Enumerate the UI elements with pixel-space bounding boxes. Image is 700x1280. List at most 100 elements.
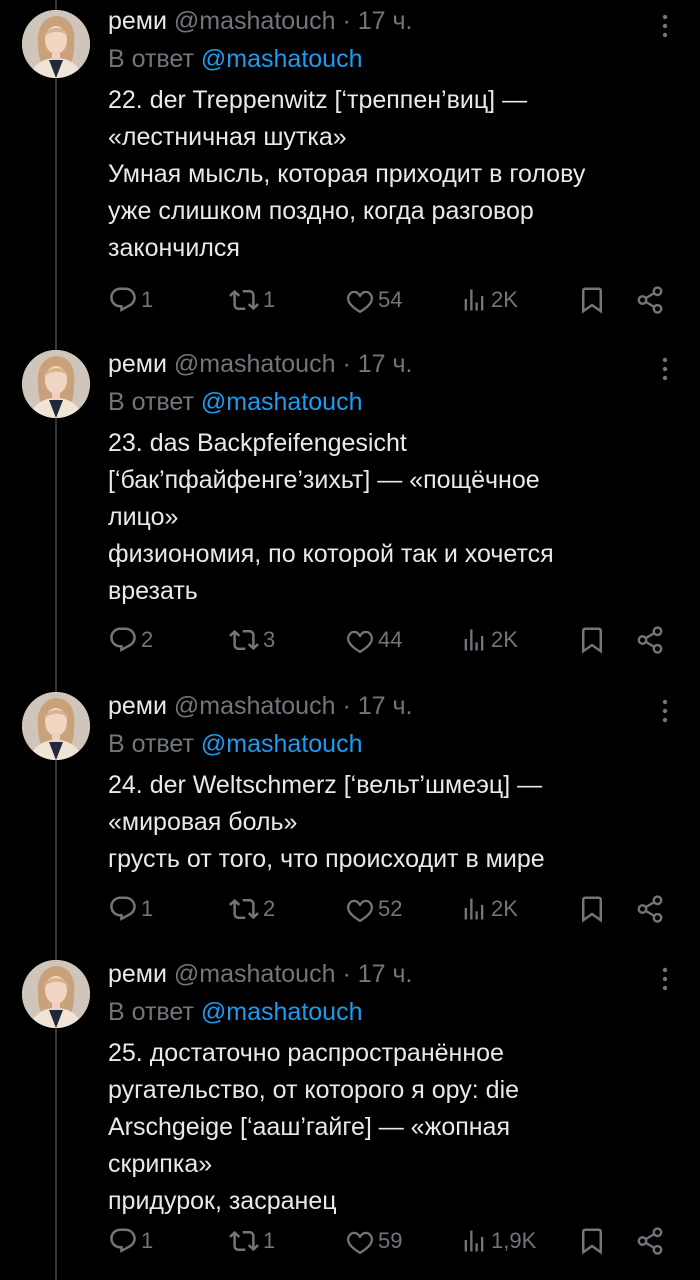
tweet-timestamp[interactable]: 17 ч. [358,692,413,720]
like-count: 54 [378,287,403,312]
reply-count: 1 [141,1228,154,1253]
repost-count: 3 [263,627,276,652]
reply-icon [110,287,136,312]
share-icon [637,1227,663,1255]
views-button[interactable]: 2K [460,889,518,929]
tweet-text-line: 23. das Backpfeifengesicht [108,429,407,457]
tweet-text-line: 24. der Weltschmerz [‘вельт’шмеэц] — [108,771,543,799]
share-icon [637,895,663,923]
share-button[interactable] [635,1221,665,1261]
heart-icon [347,899,373,922]
heart-icon [347,1231,373,1254]
avatar[interactable] [22,10,90,78]
share-button[interactable] [635,280,665,320]
tweet-text-line: уже слишком поздно, когда разговор [108,197,534,225]
like-count: 59 [378,1228,403,1253]
tweet-actions: 1 1 59 1,9K [0,1221,700,1261]
bookmark-icon [582,1228,602,1255]
view-count: 1,9K [491,1228,537,1253]
tweet-text-line: врезать [108,577,198,605]
reply-icon [110,896,136,921]
repost-count: 1 [263,1228,276,1253]
tweet-text: 22. der Treppenwitz [‘треппен’виц] — «лес… [108,82,668,267]
author-display-name[interactable]: реми [108,692,167,720]
repost-button[interactable]: 3 [228,620,275,660]
share-button[interactable] [635,620,665,660]
share-button[interactable] [635,889,665,929]
author-handle[interactable]: @mashatouch [174,960,336,988]
reply-context: В ответ @mashatouch [108,42,362,76]
meta-separator: · [342,7,351,35]
tweet-text-line: грусть от того, что происходит в мире [108,845,545,873]
avatar[interactable] [22,692,90,760]
tweet-actions: 1 2 52 2K [0,889,700,929]
bookmark-button[interactable] [577,889,607,929]
reply-mention-link[interactable]: @mashatouch [201,388,363,416]
reply-mention-link[interactable]: @mashatouch [201,45,363,73]
repost-icon [229,1230,259,1252]
author-handle[interactable]: @mashatouch [174,692,336,720]
tweet-timestamp[interactable]: 17 ч. [358,350,413,378]
like-button[interactable]: 44 [345,620,402,660]
reply-button[interactable]: 1 [108,889,153,929]
views-icon [464,1230,484,1252]
reply-button[interactable]: 1 [108,280,153,320]
tweet-timestamp[interactable]: 17 ч. [358,7,413,35]
author-display-name[interactable]: реми [108,350,167,378]
repost-count: 2 [263,896,276,921]
tweet-text-line: «лестничная шутка» [108,123,347,151]
like-button[interactable]: 59 [345,1221,402,1261]
author-handle[interactable]: @mashatouch [174,7,336,35]
like-button[interactable]: 52 [345,889,402,929]
author-handle[interactable]: @mashatouch [174,350,336,378]
repost-icon [229,629,259,651]
more-options-button[interactable] [655,355,675,383]
repost-button[interactable]: 1 [228,280,275,320]
like-button[interactable]: 54 [345,280,402,320]
more-options-button[interactable] [655,12,675,40]
views-button[interactable]: 2K [460,620,518,660]
reply-context: В ответ @mashatouch [108,727,362,761]
share-icon [637,286,663,314]
views-button[interactable]: 2K [460,280,518,320]
like-count: 52 [378,896,403,921]
tweet-text-line: лицо» [108,503,179,531]
meta-separator: · [342,960,351,988]
reply-button[interactable]: 2 [108,620,153,660]
tweet-text-line: скрипка» [108,1150,213,1178]
tweet-text-line: Arschgeige [‘ааш’гайге] — «жопная [108,1113,511,1141]
repost-button[interactable]: 2 [228,889,275,929]
tweet-timestamp[interactable]: 17 ч. [358,960,413,988]
reply-prefix: В ответ [108,730,194,758]
reply-prefix: В ответ [108,388,194,416]
tweet-text-line: 25. достаточно распространённое [108,1039,504,1067]
meta-separator: · [342,350,351,378]
avatar[interactable] [22,960,90,1028]
tweet-text: 25. достаточно распространённое ругательс… [108,1035,668,1220]
more-options-button[interactable] [655,697,675,725]
reply-mention-link[interactable]: @mashatouch [201,730,363,758]
bookmark-button[interactable] [577,280,607,320]
reply-count: 1 [141,287,154,312]
views-button[interactable]: 1,9K [460,1221,536,1261]
heart-icon [347,290,373,313]
views-icon [464,629,484,651]
tweet-text: 23. das Backpfeifengesicht [‘бак’пфайфенг… [108,425,668,610]
tweet-text-line: [‘бак’пфайфенге’зихьт] — «пощёчное [108,466,540,494]
more-options-button[interactable] [655,965,675,993]
tweet-text-line: придурок, засранец [108,1187,337,1215]
repost-button[interactable]: 1 [228,1221,275,1261]
view-count: 2K [491,287,518,312]
reply-mention-link[interactable]: @mashatouch [201,998,363,1026]
author-display-name[interactable]: реми [108,7,167,35]
avatar[interactable] [22,350,90,418]
reply-button[interactable]: 1 [108,1221,153,1261]
reply-context: В ответ @mashatouch [108,995,362,1029]
repost-icon [229,898,259,920]
views-icon [464,898,484,920]
author-display-name[interactable]: реми [108,960,167,988]
reply-prefix: В ответ [108,45,194,73]
bookmark-button[interactable] [577,1221,607,1261]
view-count: 2K [491,896,518,921]
bookmark-button[interactable] [577,620,607,660]
